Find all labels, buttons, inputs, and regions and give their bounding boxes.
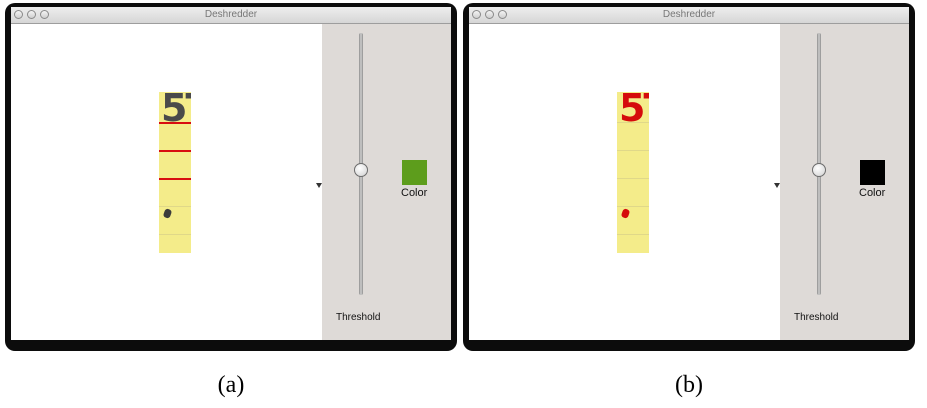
strip-rule	[159, 122, 191, 124]
strip-faint-line	[159, 234, 191, 235]
ink-blot	[162, 208, 173, 219]
threshold-label: Threshold	[336, 312, 381, 323]
ink-blot	[620, 208, 631, 219]
figure-caption: (a)	[217, 372, 245, 398]
strip-faint-line	[617, 122, 649, 123]
deshredder-window: Deshredder 5T Color Threshold	[5, 3, 457, 351]
image-canvas[interactable]: 5T	[11, 24, 322, 340]
panel-b: Deshredder 5T Color Threshold (b)	[463, 0, 915, 408]
strip-faint-line	[159, 206, 191, 207]
sidebar: Color Threshold	[780, 24, 909, 340]
sidebar: Color Threshold	[322, 24, 451, 340]
threshold-label: Threshold	[794, 312, 839, 323]
strip-rule	[159, 178, 191, 180]
color-swatch[interactable]	[860, 160, 885, 185]
figure-caption: (b)	[675, 372, 703, 398]
strip-faint-line	[617, 206, 649, 207]
panel-a: Deshredder 5T Color Threshold (a)	[5, 0, 457, 408]
strip-faint-line	[617, 150, 649, 151]
image-canvas[interactable]: 5T	[469, 24, 780, 340]
strip-faint-line	[617, 178, 649, 179]
deshredder-window: Deshredder 5T Color Threshold	[463, 3, 915, 351]
title-bar[interactable]: Deshredder	[469, 7, 909, 24]
color-swatch[interactable]	[402, 160, 427, 185]
threshold-slider-thumb[interactable]	[354, 163, 368, 177]
window-title: Deshredder	[662, 9, 716, 20]
window-title: Deshredder	[204, 9, 258, 20]
shred-strip[interactable]: 5T	[617, 92, 649, 253]
threshold-slider-thumb[interactable]	[812, 163, 826, 177]
color-label: Color	[401, 187, 428, 199]
shred-strip[interactable]: 5T	[159, 92, 191, 253]
strip-faint-line	[617, 234, 649, 235]
color-label: Color	[859, 187, 886, 199]
title-bar[interactable]: Deshredder	[11, 7, 451, 24]
strip-rule	[159, 150, 191, 152]
